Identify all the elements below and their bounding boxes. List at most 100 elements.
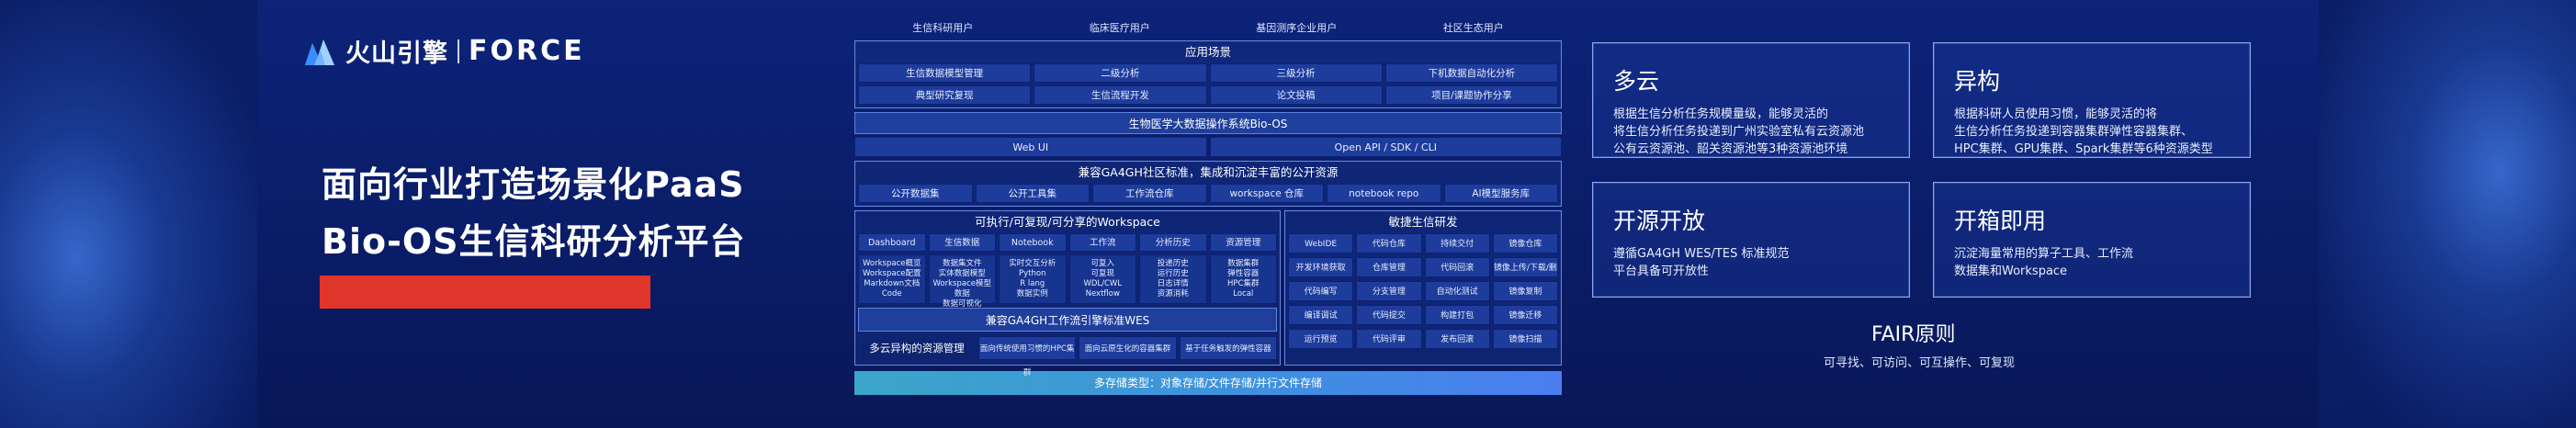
cluster-item: 面向云原生化的容器集群 — [1079, 336, 1177, 360]
agile-dev-item: 镜像扫描 — [1492, 329, 1558, 349]
ws-head: Dashboard — [858, 233, 926, 252]
card-text: 根据科研人员使用习惯，能够灵活的将 生信分析任务投递到容器集群弹性容器集群、 H… — [1954, 106, 2230, 158]
ws-body-line: Nextflow — [1085, 289, 1120, 298]
card-line: 将生信分析任务投递到广州实验室私有云资源池 — [1613, 125, 1865, 139]
agile-dev-item: 代码仓库 — [1356, 233, 1422, 253]
ws-body-line: 弹性容器 — [1227, 269, 1260, 278]
public-resource: 公开数据集 — [858, 184, 973, 203]
architecture-diagram: 生信科研用户 临床医疗用户 基因测序企业用户 社区生态用户 应用场景 生信数据模… — [854, 20, 1562, 395]
ws-body-line: Workspace模型数据 — [932, 279, 991, 298]
background-glow-left — [0, 0, 257, 428]
card-title: 多云 — [1613, 68, 1660, 95]
user-type: 生信科研用户 — [912, 22, 974, 34]
app-scenes-section: 应用场景 生信数据模型管理 二级分析 三级分析 下机数据自动化分析 典型研究复现… — [854, 40, 1562, 108]
ws-body-line: 可复现 — [1090, 269, 1114, 278]
scene-item: 三级分析 — [1209, 63, 1383, 83]
web-ui: Web UI — [854, 137, 1207, 157]
ws-body-line: 日志详情 — [1157, 279, 1189, 288]
ws-head: 工作流 — [1068, 233, 1136, 252]
card-title: 异构 — [1954, 68, 2001, 95]
ws-body-line: Python — [1019, 269, 1046, 278]
bio-os-title: 生物医学大数据操作系统Bio-OS — [854, 112, 1562, 134]
ws-body-line: 数据集文件 — [942, 259, 982, 268]
card-line: 平台具备可开放性 — [1613, 265, 1710, 278]
public-resource: AI模型服务库 — [1443, 184, 1558, 203]
wes-band: 兼容GA4GH工作流引擎标准WES — [858, 308, 1277, 332]
ws-body-line: Markdown文档 — [864, 279, 921, 288]
cluster-item: 基于任务触发的弹性容器 — [1179, 336, 1277, 360]
ws-body-line: 投递历史 — [1157, 259, 1189, 268]
ws-head: 资源管理 — [1209, 233, 1277, 252]
open-api: Open API / SDK / CLI — [1209, 137, 1562, 157]
ws-body-line: 运行历史 — [1157, 269, 1189, 278]
public-resource: 公开工具集 — [975, 184, 1090, 203]
ws-body: 实时交互分析 Python R lang 数据实例 — [999, 254, 1067, 304]
agile-dev-item: 代码提交 — [1356, 305, 1422, 325]
agile-dev-item: 镜像上传/下载/删除 — [1492, 257, 1558, 293]
ws-body-line: Workspace概览 — [863, 259, 921, 268]
public-resource: 工作流仓库 — [1092, 184, 1207, 203]
title-line-1: 面向行业打造场景化PaaS — [322, 164, 745, 205]
agile-dev-item: 运行预览 — [1288, 329, 1354, 349]
agile-dev-item: 镜像迁移 — [1492, 305, 1558, 325]
ws-body: 数据集文件 实体数据模型 Workspace模型数据 数据可视化 — [928, 254, 996, 309]
scene-item: 论文投稿 — [1209, 85, 1383, 105]
agile-dev-item: 持续交付 — [1424, 233, 1490, 253]
multi-cloud-row: 多云异构的资源管理 面向传统使用习惯的HPC集群 面向云原生化的容器集群 基于任… — [858, 334, 1277, 377]
card-line: 根据科研人员使用习惯，能够灵活的将 — [1954, 107, 2158, 121]
agile-dev-item: 分支管理 — [1356, 281, 1422, 301]
ws-body: 数据集群 弹性容器 HPC集群 Local — [1209, 254, 1277, 304]
agile-dev-item: 编译调试 — [1288, 305, 1354, 325]
card-text: 沉淀海量常用的算子工具、工作流 数据集和Workspace — [1954, 245, 2230, 280]
logo-cn: 火山引擎 — [345, 39, 448, 68]
storage-band: 多存储类型：对象存储/文件存储/并行文件存储 — [854, 371, 1562, 395]
card-text: 根据生信分析任务规模量级，能够灵活的 将生信分析任务投递到广州实验室私有云资源池… — [1613, 106, 1889, 158]
public-resource: workspace 仓库 — [1209, 184, 1324, 203]
agile-dev-title: 敏捷生信研发 — [1388, 215, 1458, 229]
interface-row: Web UI Open API / SDK / CLI — [854, 137, 1562, 157]
ws-body-line: HPC集群 — [1227, 279, 1260, 288]
ws-body-line: 实时交互分析 — [1009, 259, 1056, 268]
card-multi-cloud: 多云 根据生信分析任务规模量级，能够灵活的 将生信分析任务投递到广州实验室私有云… — [1592, 42, 1910, 158]
ws-body: 投递历史 运行历史 日志详情 资源消耗 — [1139, 254, 1207, 304]
card-open-source: 开源开放 遵循GA4GH WES/TES 标准规范 平台具备可开放性 — [1592, 182, 1910, 298]
ws-body: 可复入 可复现 WDL/CWL Nextflow — [1068, 254, 1136, 304]
ws-body: Workspace概览 Workspace配置 Markdown文档 Code — [858, 254, 926, 304]
multi-cloud-label: 多云异构的资源管理 — [869, 342, 965, 355]
agile-dev-item: 镜像复制 — [1492, 281, 1558, 301]
ws-body-line: Code — [881, 289, 902, 298]
scene-item: 生信数据模型管理 — [858, 63, 1032, 83]
agile-dev-item: WebIDE — [1288, 233, 1354, 253]
ws-body-line: 数据集群 — [1227, 259, 1260, 268]
card-out-of-box: 开箱即用 沉淀海量常用的算子工具、工作流 数据集和Workspace — [1933, 182, 2251, 298]
user-types: 生信科研用户 临床医疗用户 基因测序企业用户 社区生态用户 — [854, 20, 1562, 40]
accent-bar — [320, 276, 650, 309]
user-type: 社区生态用户 — [1442, 22, 1504, 34]
ws-body-line: 实体数据模型 — [938, 269, 986, 278]
ws-body-line: 可复入 — [1090, 259, 1114, 268]
volcano-icon — [303, 38, 336, 65]
ws-body-line: Local — [1233, 289, 1254, 298]
cluster-item: 面向传统使用习惯的HPC集群 — [978, 336, 1077, 377]
card-heterogeneous: 异构 根据科研人员使用习惯，能够灵活的将 生信分析任务投递到容器集群弹性容器集群… — [1933, 42, 2251, 158]
logo-en: FORCE — [469, 35, 585, 67]
card-title: 开箱即用 — [1954, 208, 2047, 234]
scene-item: 项目/课题协作分享 — [1384, 85, 1558, 105]
ws-body-line: 资源消耗 — [1157, 289, 1189, 298]
scene-item: 生信流程开发 — [1034, 85, 1207, 105]
user-type: 基因测序企业用户 — [1256, 22, 1338, 34]
ws-body-line: R lang — [1020, 279, 1045, 288]
logo-divider — [458, 39, 459, 63]
ws-head: 生信数据 — [928, 233, 996, 252]
fair-subtitle: 可寻找、可访问、可互操作、可复现 — [1824, 356, 2016, 370]
card-line: 根据生信分析任务规模量级，能够灵活的 — [1613, 107, 1829, 121]
card-title: 开源开放 — [1613, 208, 1706, 234]
agile-dev-item: 代码回滚 — [1424, 257, 1490, 277]
agile-dev-item: 自动化测试 — [1424, 281, 1490, 301]
card-line: 沉淀海量常用的算子工具、工作流 — [1954, 247, 2134, 261]
agile-dev-item: 构建打包 — [1424, 305, 1490, 325]
ws-body-line: 数据实例 — [1016, 289, 1048, 298]
public-resource: notebook repo — [1327, 184, 1441, 203]
app-scenes-title: 应用场景 — [1184, 45, 1231, 59]
ws-head: 分析历史 — [1139, 233, 1207, 252]
